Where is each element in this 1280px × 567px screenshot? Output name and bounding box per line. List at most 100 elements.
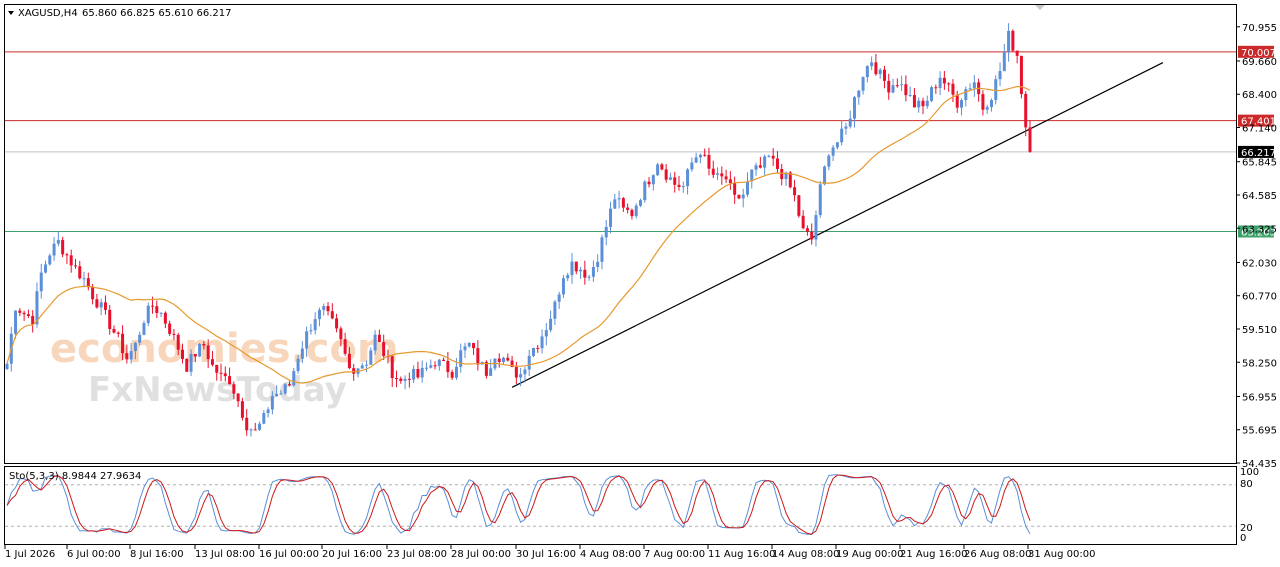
candle-body	[626, 207, 630, 210]
candle-body	[26, 314, 30, 316]
y-tick-label: 55.695	[1242, 426, 1277, 437]
x-tick-label: 7 Aug 00:00	[644, 549, 705, 560]
candle-body	[780, 168, 784, 180]
candle-body	[292, 370, 296, 386]
candle-body	[240, 401, 244, 418]
candle-body	[810, 231, 814, 240]
x-tick-label: 1 Jul 2026	[5, 549, 55, 560]
stoch-scale-80: 80	[1240, 479, 1253, 490]
candle-body	[258, 423, 262, 430]
candle-body	[275, 394, 279, 397]
candle-body	[270, 396, 274, 410]
candle-body	[972, 82, 976, 89]
candle-body	[497, 358, 501, 362]
stoch-scale-0: 0	[1240, 533, 1246, 544]
x-tick-label: 20 Jul 16:00	[322, 549, 382, 560]
candle-body	[801, 215, 805, 229]
candle-body	[407, 378, 411, 380]
candle-body	[531, 347, 535, 356]
candle-body	[39, 272, 43, 292]
candle-body	[463, 346, 467, 351]
candle-body	[266, 409, 270, 414]
candle-body	[279, 393, 283, 395]
candle-body	[591, 267, 595, 277]
candle-body	[459, 350, 463, 367]
candle-body	[711, 168, 715, 175]
x-tick-label: 6 Jul 00:00	[67, 549, 121, 560]
candle-body	[934, 87, 938, 89]
candle-body	[502, 357, 506, 362]
watermark-fxnewstoday: FxNewsToday	[88, 370, 347, 410]
ohlc-values: 65.860 66.825 65.610 66.217	[82, 8, 232, 19]
candle-body	[330, 311, 334, 319]
candle-body	[382, 341, 386, 357]
candle-body	[347, 353, 351, 369]
candle-body	[399, 378, 403, 381]
candle-body	[108, 309, 112, 329]
candle-body	[553, 301, 557, 319]
candle-body	[925, 100, 929, 107]
candle-body	[951, 83, 955, 95]
candle-body	[805, 228, 809, 232]
candle-body	[78, 266, 82, 279]
price-axis: 70.955 69.660 68.400 67.140 65.845 64.585 63.3…	[1236, 23, 1277, 470]
candle-body	[686, 169, 690, 187]
candle-body	[300, 348, 304, 359]
candle-body	[570, 261, 574, 276]
candle-body	[583, 269, 587, 278]
symbol-label: XAGUSD,H4	[18, 8, 78, 19]
candle-body	[116, 332, 120, 334]
candle-body	[22, 312, 26, 315]
candle-body	[73, 265, 77, 267]
candle-body	[44, 264, 48, 273]
candle-body	[831, 147, 835, 156]
chart-area[interactable]: economies.com FxNewsToday 70.00767.40166…	[0, 0, 1280, 567]
candle-body	[373, 334, 377, 351]
candle-body	[677, 184, 681, 187]
candle-body	[523, 369, 527, 375]
candle-body	[403, 378, 407, 381]
candle-body	[65, 254, 69, 256]
candle-body	[322, 306, 326, 310]
candle-body	[823, 166, 827, 185]
candle-body	[960, 100, 964, 108]
candle-body	[733, 183, 737, 195]
y-tick-label: 67.140	[1242, 124, 1277, 135]
candle-body	[703, 154, 707, 156]
candle-body	[1007, 30, 1011, 53]
y-tick-label: 63.325	[1242, 224, 1277, 235]
candle-body	[848, 118, 852, 127]
candle-body	[365, 364, 369, 366]
candle-body	[103, 302, 107, 310]
stochastic-label: Sto(5,3,3) 8.9844 27.9634	[9, 471, 141, 482]
candle-body	[638, 200, 642, 206]
candle-body	[232, 384, 236, 394]
candle-body	[895, 85, 899, 87]
candle-body	[870, 62, 874, 67]
candle-body	[955, 94, 959, 108]
candle-body	[536, 347, 540, 349]
candle-body	[138, 334, 142, 343]
candle-body	[369, 350, 373, 365]
candle-body	[472, 342, 476, 349]
candle-body	[168, 323, 172, 334]
candle-body	[210, 359, 214, 365]
y-tick-label: 56.955	[1242, 392, 1277, 403]
y-tick-label: 60.770	[1242, 292, 1277, 303]
candle-body	[159, 312, 163, 314]
candle-body	[981, 94, 985, 110]
candle-body	[476, 348, 480, 365]
candle-body	[514, 366, 518, 378]
candle-body	[219, 372, 223, 374]
x-tick-label: 30 Jul 16:00	[516, 549, 576, 560]
candle-body	[253, 429, 257, 431]
candle-body	[968, 88, 972, 90]
candle-body	[180, 349, 184, 359]
candle-body	[18, 310, 22, 313]
candle-body	[193, 353, 197, 357]
candle-body	[720, 173, 724, 177]
candle-body	[416, 368, 420, 378]
candle-body	[579, 269, 583, 272]
candle-body	[343, 339, 347, 354]
candle-body	[793, 187, 797, 196]
